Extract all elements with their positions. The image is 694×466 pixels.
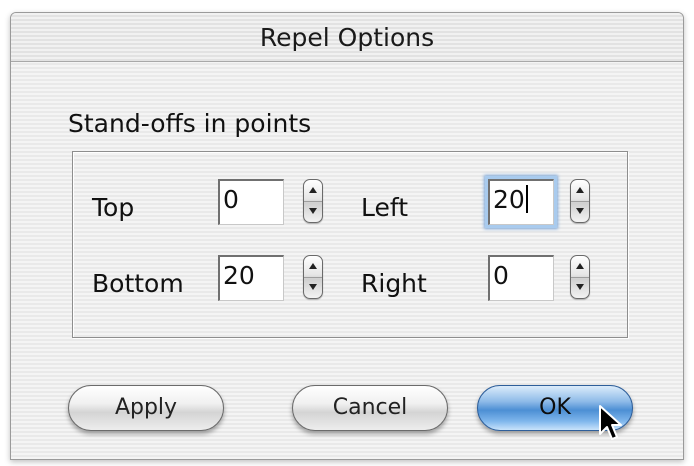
- standoffs-section-label: Stand-offs in points: [68, 109, 312, 138]
- right-input[interactable]: 0: [488, 255, 554, 301]
- bottom-input[interactable]: 20: [218, 255, 284, 301]
- arrow-up-icon: [309, 263, 317, 269]
- left-stepper-up[interactable]: [571, 180, 589, 202]
- left-input[interactable]: 20: [488, 179, 554, 225]
- arrow-down-icon: [309, 284, 317, 290]
- apply-button[interactable]: Apply: [68, 385, 224, 431]
- left-stepper-down[interactable]: [571, 201, 589, 222]
- arrow-up-icon: [576, 187, 584, 193]
- left-input-value: 20: [493, 185, 525, 214]
- bottom-label: Bottom: [92, 269, 184, 298]
- arrow-down-icon: [309, 208, 317, 214]
- right-stepper-down[interactable]: [571, 277, 589, 298]
- bottom-stepper-up[interactable]: [304, 256, 322, 278]
- arrow-down-icon: [576, 208, 584, 214]
- mouse-pointer-icon: [599, 405, 622, 440]
- top-stepper-down[interactable]: [304, 201, 322, 222]
- top-stepper-up[interactable]: [304, 180, 322, 202]
- arrow-up-icon: [309, 187, 317, 193]
- right-stepper-up[interactable]: [571, 256, 589, 278]
- bottom-stepper[interactable]: [303, 255, 323, 299]
- top-label: Top: [92, 193, 135, 222]
- top-stepper[interactable]: [303, 179, 323, 223]
- arrow-up-icon: [576, 263, 584, 269]
- cancel-button[interactable]: Cancel: [292, 385, 448, 431]
- repel-options-dialog: Repel Options Stand-offs in points Top 0…: [10, 12, 684, 460]
- top-input[interactable]: 0: [218, 179, 284, 225]
- window-title: Repel Options: [259, 23, 435, 52]
- right-label: Right: [361, 269, 427, 298]
- text-caret: [525, 185, 528, 213]
- left-label: Left: [361, 193, 409, 222]
- title-bar[interactable]: Repel Options: [11, 13, 683, 62]
- bottom-stepper-down[interactable]: [304, 277, 322, 298]
- arrow-down-icon: [576, 284, 584, 290]
- left-stepper[interactable]: [570, 179, 590, 223]
- right-stepper[interactable]: [570, 255, 590, 299]
